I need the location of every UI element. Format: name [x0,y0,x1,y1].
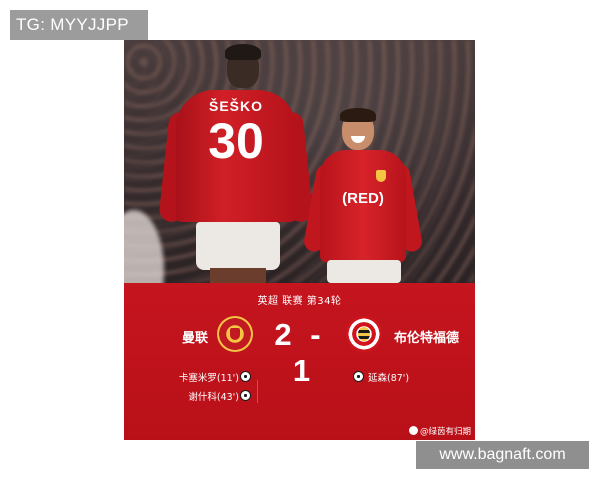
tg-tag-overlay: TG: MYYJJPP [10,10,148,40]
home-team-name: 曼联 [182,331,209,346]
football-icon [240,371,251,382]
player2-shorts [327,260,401,283]
scoreline: 2 - 1 [267,317,337,389]
celebration-photo: ŠEŠKO 30 (RED) [124,40,475,283]
football-icon [353,371,364,382]
player2-hair [340,108,376,122]
manchester-united-crest-icon [217,316,253,352]
match-poster: ŠEŠKO 30 (RED) 英超 联赛 第34轮 曼联 2 - 1 布伦特福德… [124,40,475,440]
bee-emblem-icon [358,327,370,341]
score-separator: - [310,317,322,352]
brentford-crest-icon [346,316,382,352]
match-info-panel: 英超 联赛 第34轮 曼联 2 - 1 布伦特福德 卡塞米罗(11') 谢什科(… [124,283,475,440]
player1-shirt-name: ŠEŠKO [208,98,263,114]
devil-emblem-icon [230,328,240,340]
away-scorer: 延森(87') [368,373,410,384]
home-scorer: 卡塞米罗(11') [178,373,239,384]
competition-label: 英超 联赛 第34轮 [257,296,342,307]
url-tag-overlay: www.bagnaft.com [416,441,589,469]
player1-legs [210,268,266,283]
weibo-icon [408,426,418,435]
player1-hair [225,44,261,60]
home-scorer: 谢什科(43') [188,392,239,403]
scorer-divider [257,380,258,403]
player1-shorts [196,222,280,270]
away-team-name: 布伦特福德 [394,331,460,346]
home-score: 2 [274,317,293,352]
player1-shirt-number: 30 [208,113,264,169]
weibo-handle-text: @绿茵有归期 [419,427,471,437]
player2-shirt-crest-icon [376,170,386,182]
weibo-watermark: @绿茵有归期 [408,425,471,437]
away-score: 1 [292,353,312,388]
football-icon [240,390,251,401]
player2-shirt-sponsor: (RED) [342,190,384,207]
